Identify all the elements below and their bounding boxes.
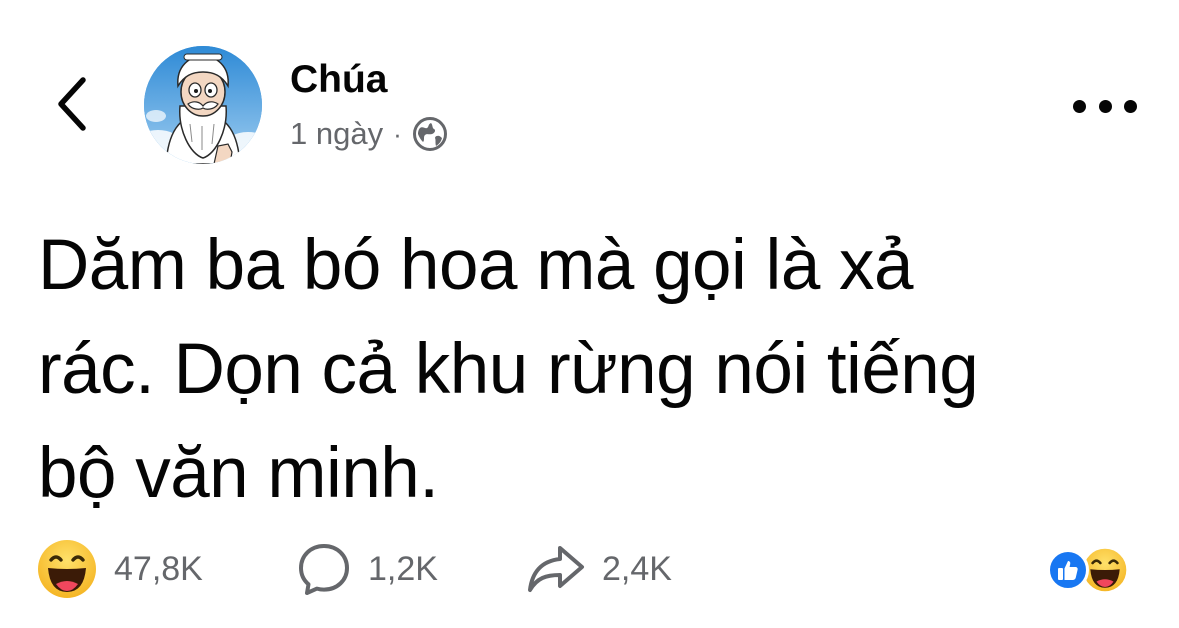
post-actions: 47,8K 1,2K 2,4K xyxy=(0,536,1179,602)
post-text-line: Dăm ba bó hoa mà gọi là xả xyxy=(38,226,914,305)
more-dot-icon xyxy=(1073,99,1086,113)
post-time[interactable]: 1 ngày xyxy=(290,114,383,154)
more-options-button[interactable] xyxy=(1073,88,1137,124)
post-card: Chúa 1 ngày · Dăm ba bó hoa mà gọi là xả… xyxy=(0,0,1179,628)
reaction-summary[interactable] xyxy=(1047,546,1143,594)
comment-icon xyxy=(299,544,349,595)
globe-icon xyxy=(412,116,448,152)
post-text-line: bộ văn minh. xyxy=(38,434,439,513)
post-text: Dăm ba bó hoa mà gọi là xả rác. Dọn cả k… xyxy=(38,214,1148,526)
post-text-line: rác. Dọn cả khu rừng nói tiếng xyxy=(38,330,979,409)
reaction-count: 47,8K xyxy=(114,550,203,588)
share-count: 2,4K xyxy=(602,550,672,588)
haha-emoji-icon xyxy=(38,540,96,598)
back-button[interactable] xyxy=(44,72,100,136)
comment-button[interactable]: 1,2K xyxy=(296,536,438,602)
more-dot-icon xyxy=(1124,99,1137,113)
avatar[interactable] xyxy=(144,46,262,164)
god-cartoon-avatar-icon xyxy=(144,46,262,164)
like-icon xyxy=(1047,549,1089,591)
comment-count: 1,2K xyxy=(368,550,438,588)
more-dot-icon xyxy=(1098,99,1112,113)
author-name[interactable]: Chúa xyxy=(290,58,388,102)
share-button[interactable]: 2,4K xyxy=(526,536,672,602)
post-meta: 1 ngày · xyxy=(290,114,448,154)
reaction-button[interactable]: 47,8K xyxy=(36,536,203,602)
share-icon xyxy=(528,546,584,592)
meta-separator: · xyxy=(393,119,402,149)
chevron-left-icon xyxy=(58,77,86,131)
